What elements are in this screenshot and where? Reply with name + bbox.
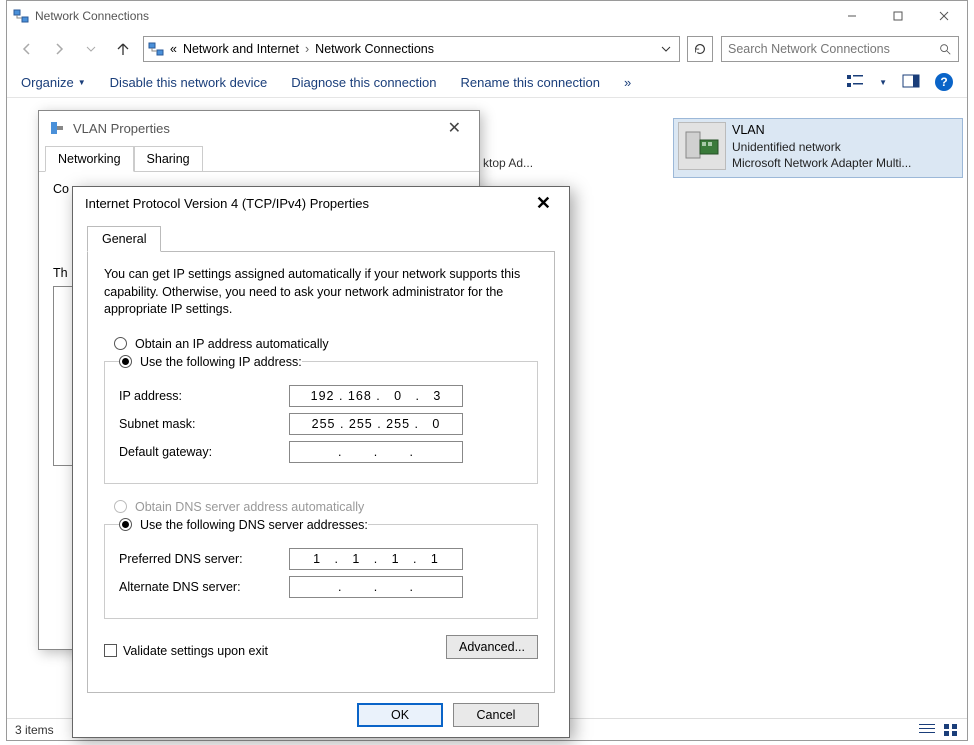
dialog-title: VLAN Properties — [73, 121, 170, 136]
rename-connection-button[interactable]: Rename this connection — [460, 75, 599, 90]
diagnose-connection-button[interactable]: Diagnose this connection — [291, 75, 436, 90]
radio-use-following-dns[interactable]: Use the following DNS server addresses: — [119, 518, 368, 532]
subnet-mask-input[interactable] — [289, 413, 463, 435]
radio-obtain-dns-auto: Obtain DNS server address automatically — [114, 500, 538, 514]
close-icon[interactable]: ✕ — [530, 191, 557, 216]
view-large-icon[interactable] — [845, 72, 865, 92]
connection-status: Unidentified network — [732, 139, 958, 155]
connection-name: VLAN — [732, 122, 958, 139]
subnet-mask-label: Subnet mask: — [119, 417, 289, 431]
radio-obtain-ip-auto[interactable]: Obtain an IP address automatically — [114, 337, 538, 351]
close-icon[interactable]: ✕ — [440, 114, 469, 142]
window-title: Network Connections — [35, 9, 149, 23]
dialog-titlebar: VLAN Properties ✕ — [39, 111, 479, 145]
maximize-button[interactable] — [875, 1, 921, 31]
details-view-icon[interactable] — [919, 723, 935, 737]
titlebar: Network Connections — [7, 1, 967, 31]
toolbar-overflow-button[interactable]: » — [624, 75, 631, 90]
dns-servers-group: Use the following DNS server addresses: … — [104, 518, 538, 619]
breadcrumb-sep-icon: › — [305, 42, 309, 56]
truncated-adapter-text: ktop Ad... — [483, 156, 533, 170]
dialog-title: Internet Protocol Version 4 (TCP/IPv4) P… — [85, 196, 369, 211]
network-connections-icon — [13, 8, 29, 24]
address-folder-icon — [148, 41, 164, 57]
ok-button[interactable]: OK — [357, 703, 443, 727]
general-tab-content: You can get IP settings assigned automat… — [87, 252, 555, 693]
alternate-dns-input[interactable] — [289, 576, 463, 598]
navigation-bar: « Network and Internet › Network Connect… — [7, 31, 967, 67]
chevron-down-icon[interactable]: ▼ — [879, 78, 887, 87]
dialog-titlebar: Internet Protocol Version 4 (TCP/IPv4) P… — [73, 187, 569, 219]
search-input[interactable]: Search Network Connections — [721, 36, 959, 62]
tab-sharing[interactable]: Sharing — [134, 146, 203, 172]
breadcrumb-1[interactable]: Network and Internet — [183, 42, 299, 56]
search-placeholder: Search Network Connections — [728, 42, 890, 56]
network-adapter-icon — [678, 122, 726, 170]
radio-icon — [114, 337, 127, 350]
radio-use-following-ip[interactable]: Use the following IP address: — [119, 355, 302, 369]
network-connection-item-vlan[interactable]: VLAN Unidentified network Microsoft Netw… — [673, 118, 963, 178]
advanced-button[interactable]: Advanced... — [446, 635, 538, 659]
intro-text: You can get IP settings assigned automat… — [104, 266, 538, 319]
nav-back-button[interactable] — [15, 37, 39, 61]
preferred-dns-label: Preferred DNS server: — [119, 552, 289, 566]
organize-menu[interactable]: Organize ▼ — [21, 75, 86, 90]
connection-device: Microsoft Network Adapter Multi... — [732, 155, 958, 171]
tab-general[interactable]: General — [87, 226, 161, 252]
radio-icon — [119, 518, 132, 531]
ipv4-properties-dialog: Internet Protocol Version 4 (TCP/IPv4) P… — [72, 186, 570, 738]
dialog-tabs: Networking Sharing — [39, 145, 479, 172]
command-bar: Organize ▼ Disable this network device D… — [7, 67, 967, 97]
radio-icon — [119, 355, 132, 368]
minimize-button[interactable] — [829, 1, 875, 31]
radio-icon — [114, 500, 127, 513]
ip-address-group: Use the following IP address: IP address… — [104, 355, 538, 484]
dialog-tabs: General — [87, 225, 555, 252]
status-item-count: 3 items — [15, 723, 54, 737]
nav-forward-button[interactable] — [47, 37, 71, 61]
preview-pane-icon[interactable] — [901, 72, 921, 92]
nav-recent-dropdown[interactable] — [79, 37, 103, 61]
cancel-button[interactable]: Cancel — [453, 703, 539, 727]
default-gateway-label: Default gateway: — [119, 445, 289, 459]
close-button[interactable] — [921, 1, 967, 31]
address-bar[interactable]: « Network and Internet › Network Connect… — [143, 36, 680, 62]
ip-address-label: IP address: — [119, 389, 289, 403]
disable-device-button[interactable]: Disable this network device — [110, 75, 268, 90]
breadcrumb-2[interactable]: Network Connections — [315, 42, 434, 56]
search-icon — [938, 42, 952, 56]
nav-up-button[interactable] — [111, 37, 135, 61]
default-gateway-input[interactable] — [289, 441, 463, 463]
help-icon[interactable]: ? — [935, 73, 953, 91]
checkbox-icon — [104, 644, 117, 657]
large-icons-view-icon[interactable] — [943, 723, 959, 737]
adapter-properties-icon — [49, 120, 65, 136]
tab-networking[interactable]: Networking — [45, 146, 134, 172]
refresh-button[interactable] — [687, 36, 713, 62]
validate-settings-checkbox[interactable]: Validate settings upon exit — [104, 644, 268, 658]
preferred-dns-input[interactable] — [289, 548, 463, 570]
ip-address-input[interactable] — [289, 385, 463, 407]
address-dropdown-icon[interactable] — [657, 44, 675, 54]
alternate-dns-label: Alternate DNS server: — [119, 580, 289, 594]
breadcrumb-prefix: « — [170, 42, 177, 56]
chevron-down-icon: ▼ — [78, 78, 86, 87]
dialog-footer: OK Cancel — [87, 693, 555, 727]
